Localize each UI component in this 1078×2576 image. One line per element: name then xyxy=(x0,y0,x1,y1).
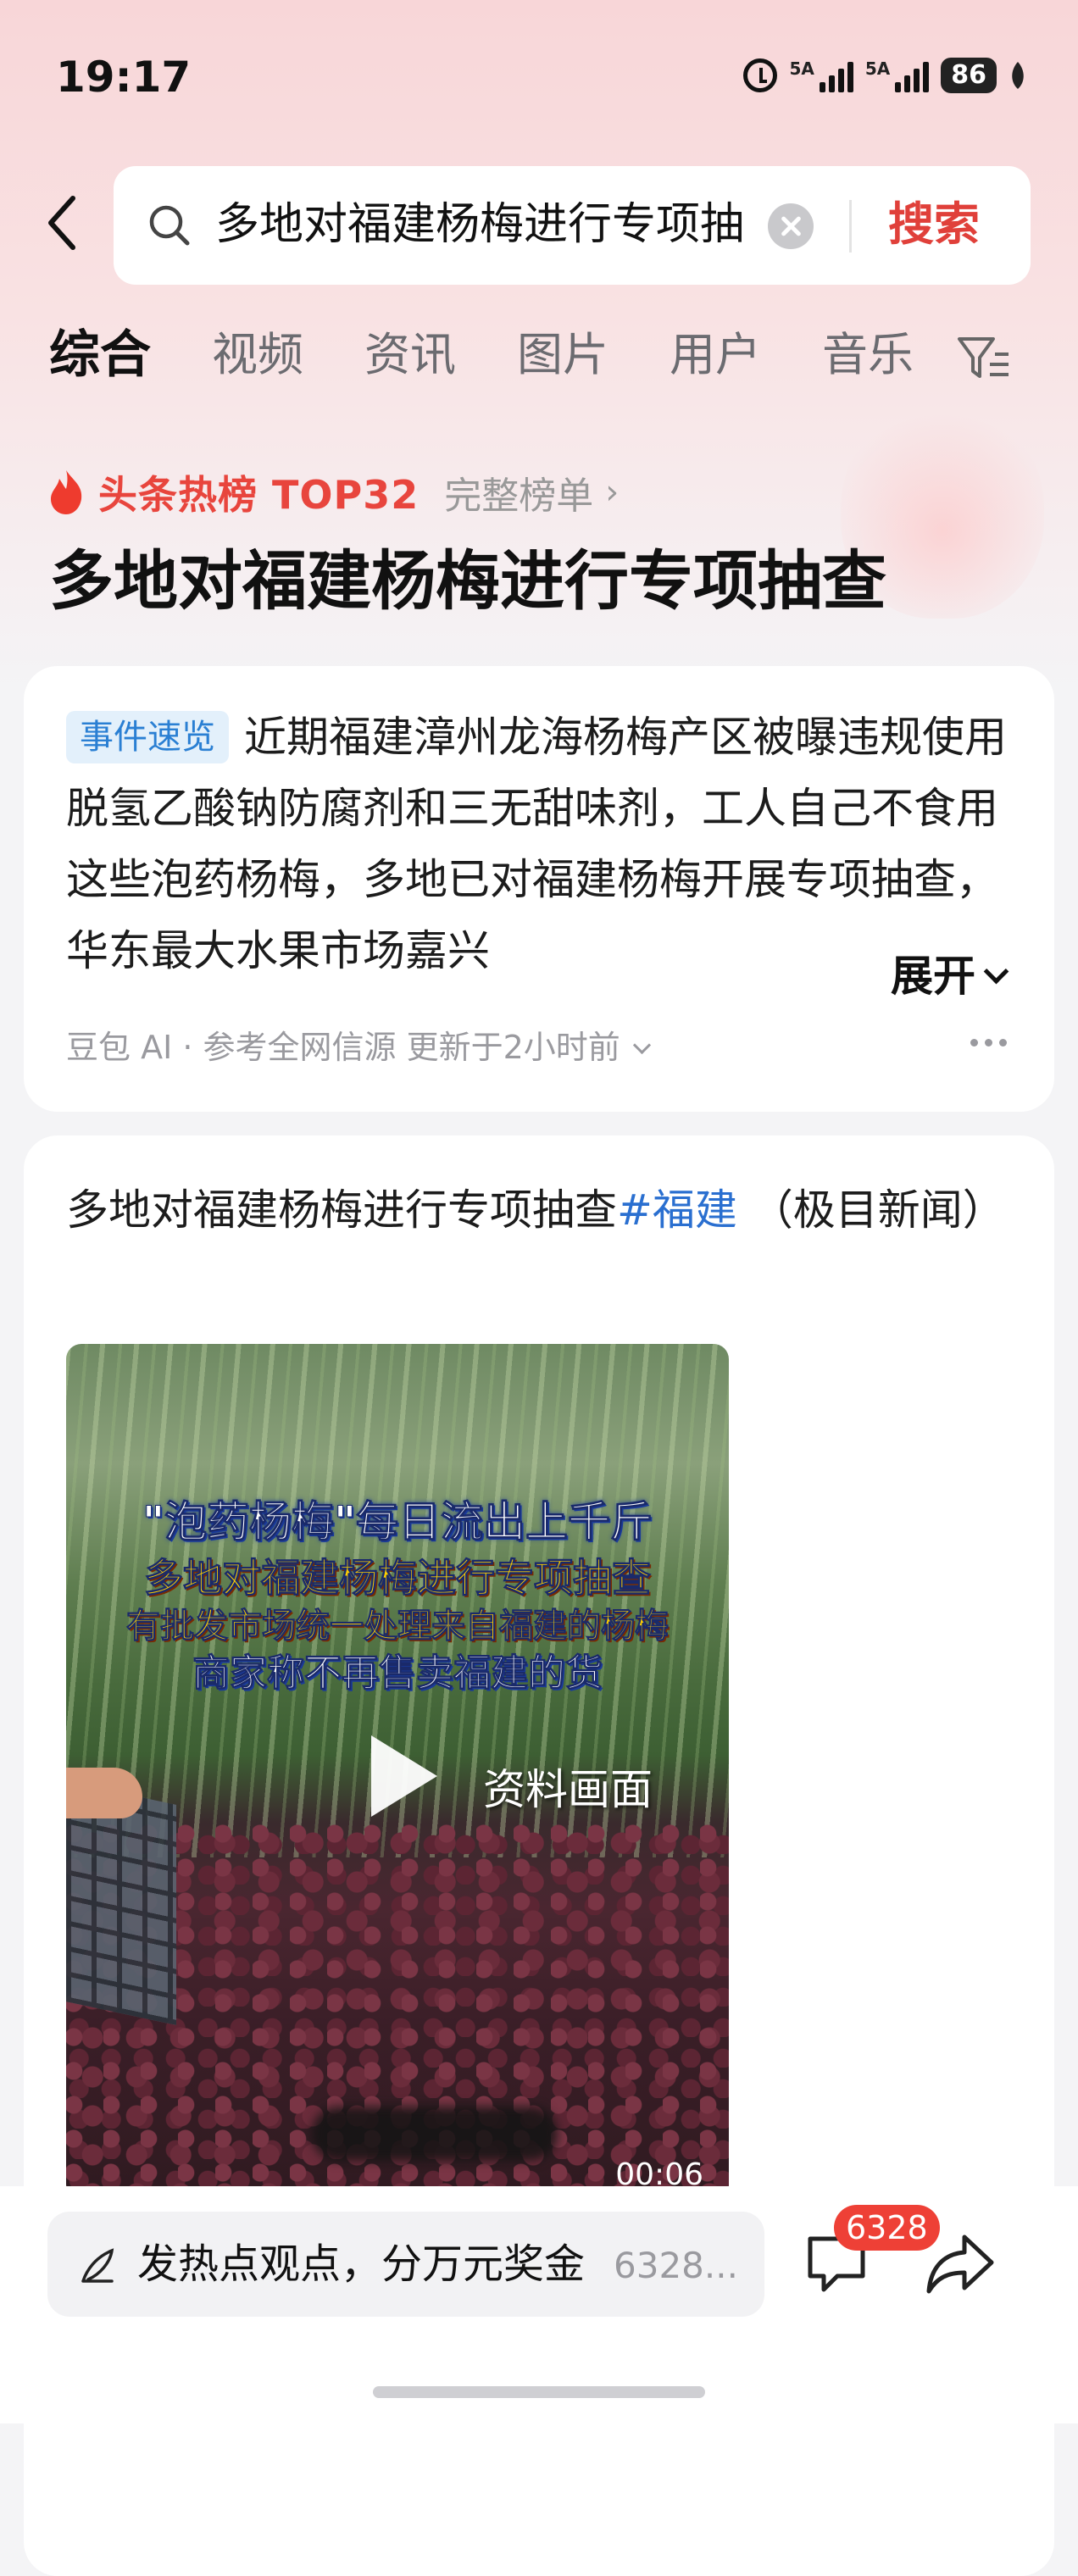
video-caption-2: 多地对福建杨梅进行专项抽查 xyxy=(144,1555,652,1602)
play-icon[interactable] xyxy=(371,1735,437,1817)
event-tag: 事件速览 xyxy=(66,711,229,763)
post-source: （极目新闻） xyxy=(750,1185,1005,1235)
home-indicator[interactable] xyxy=(373,2386,705,2398)
search-divider xyxy=(849,200,852,253)
search-box[interactable]: 多地对福建杨梅进行专项抽 搜索 xyxy=(114,166,1031,285)
video-caption-4: 商家称不再售卖福建的货 xyxy=(192,1652,603,1696)
comment-placeholder: 发热点观点，分万元奖金 xyxy=(137,2240,586,2288)
status-bar: 19:17 5A 5A 86 xyxy=(0,0,1078,161)
more-icon[interactable] xyxy=(970,1039,1007,1046)
hot-rank-label: 头条热榜 TOP32 xyxy=(98,472,420,518)
pen-icon xyxy=(81,2248,114,2283)
event-summary-card: 事件速览 近期福建漳州龙海杨梅产区被曝违规使用脱氢乙酸钠防腐剂和三无甜味剂，工人自… xyxy=(24,666,1054,1112)
summary-source[interactable]: 豆包 AI · 参考全网信源 更新于2小时前 xyxy=(66,1022,651,1073)
hashtag-link[interactable]: #福建 xyxy=(617,1185,737,1235)
video-hand xyxy=(66,1768,142,1818)
page-title: 多地对福建杨梅进行专项抽查 xyxy=(49,543,886,619)
tab-video[interactable]: 视频 xyxy=(212,325,303,385)
video-caption-3: 有批发市场统一处理来自福建的杨梅 xyxy=(126,1607,670,1646)
chevron-down-icon xyxy=(632,1035,651,1055)
tab-music[interactable]: 音乐 xyxy=(822,325,914,385)
chevron-down-icon xyxy=(983,958,1009,985)
filter-icon[interactable] xyxy=(956,334,1010,381)
comment-count-badge: 6328 xyxy=(834,2205,940,2251)
fire-icon xyxy=(51,470,82,514)
signal-label-2: 5A xyxy=(864,58,891,79)
video-label: 资料画面 xyxy=(483,1765,653,1814)
tab-images[interactable]: 图片 xyxy=(517,325,608,385)
chevron-right-icon: › xyxy=(605,473,620,512)
video-watermark-blur xyxy=(312,2107,558,2161)
share-icon[interactable] xyxy=(925,2232,995,2296)
post-text: 多地对福建杨梅进行专项抽查 xyxy=(66,1185,617,1235)
expand-label: 展开 xyxy=(891,952,975,1001)
signal-label: 5A xyxy=(789,58,814,79)
video-caption-1: "泡药杨梅"每日流出上千斤 xyxy=(142,1497,653,1547)
hot-rank-row[interactable]: 头条热榜 TOP32 完整榜单 › xyxy=(47,464,619,520)
search-icon xyxy=(149,205,190,246)
signal-icon: 5A xyxy=(789,58,853,92)
tab-comprehensive[interactable]: 综合 xyxy=(49,325,151,385)
post-title[interactable]: 多地对福建杨梅进行专项抽查#福建 （极目新闻） xyxy=(66,1174,1032,1246)
signal-icon-2: 5A xyxy=(864,58,930,92)
leaf-icon xyxy=(1012,62,1024,89)
clear-icon[interactable] xyxy=(768,203,814,249)
summary-source-text: 豆包 AI · 参考全网信源 更新于2小时前 xyxy=(66,1029,620,1066)
status-icons: 5A 5A 86 xyxy=(743,58,1027,93)
tab-bar: 综合 视频 资讯 图片 用户 音乐 xyxy=(49,325,975,385)
alarm-icon xyxy=(743,58,778,92)
search-button[interactable]: 搜索 xyxy=(888,197,980,253)
expand-button[interactable]: 展开 xyxy=(831,941,1009,1012)
back-icon[interactable] xyxy=(44,193,78,253)
comment-input[interactable]: 发热点观点，分万元奖金 6328... xyxy=(47,2212,764,2317)
tab-users[interactable]: 用户 xyxy=(670,325,761,385)
tab-news[interactable]: 资讯 xyxy=(364,325,456,385)
comment-count-text: 6328... xyxy=(614,2245,738,2286)
bottom-bar: 发热点观点，分万元奖金 6328... 6328 xyxy=(0,2186,1078,2423)
video-player[interactable]: "泡药杨梅"每日流出上千斤 多地对福建杨梅进行专项抽查 有批发市场统一处理来自福… xyxy=(66,1344,729,2200)
battery-icon: 86 xyxy=(941,58,997,93)
full-board-link[interactable]: 完整榜单 xyxy=(444,465,593,519)
status-time: 19:17 xyxy=(56,53,192,102)
